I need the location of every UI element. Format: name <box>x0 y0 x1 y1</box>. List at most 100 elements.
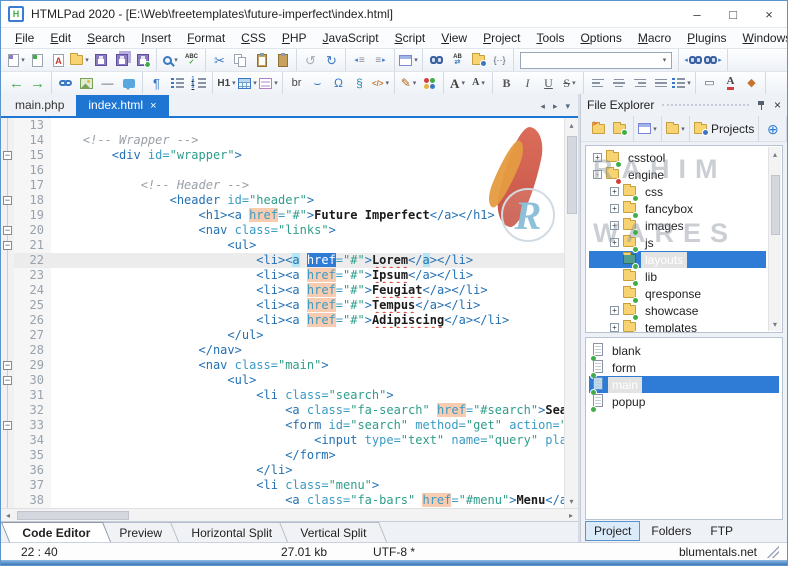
fold-gutter[interactable] <box>1 433 14 448</box>
projects-button[interactable]: Projects <box>693 119 755 139</box>
pin-icon[interactable] <box>757 101 766 110</box>
code-text[interactable]: <li class="search"> <box>51 388 578 403</box>
browser-sync-button[interactable]: ⊕ <box>762 119 783 139</box>
bullet-list-button[interactable] <box>167 73 188 93</box>
chevron-down-icon[interactable]: ▾ <box>658 56 671 64</box>
regex-builder-button[interactable]: {··} <box>489 50 510 70</box>
fold-gutter[interactable] <box>1 133 14 148</box>
align-right-button[interactable] <box>629 73 650 93</box>
fold-gutter[interactable] <box>1 208 14 223</box>
fold-gutter[interactable]: − <box>1 358 14 373</box>
menu-insert[interactable]: Insert <box>133 29 179 47</box>
menu-edit[interactable]: Edit <box>42 29 79 47</box>
view-style-button[interactable] <box>637 119 658 139</box>
code-text[interactable]: <input type="text" name="query" placehol… <box>51 433 578 448</box>
fold-gutter[interactable]: − <box>1 373 14 388</box>
explorer-tab-project[interactable]: Project <box>585 521 640 541</box>
file-item-popup[interactable]: popup <box>589 393 779 410</box>
spell-check-button[interactable]: ABC✓ <box>181 50 202 70</box>
line-break-button[interactable]: br <box>286 73 307 93</box>
find-in-files-button[interactable] <box>468 50 489 70</box>
fold-gutter[interactable] <box>1 253 14 268</box>
tree-item-csstool[interactable]: +csstool <box>589 149 766 166</box>
fold-gutter[interactable]: − <box>1 223 14 238</box>
copy-button[interactable] <box>230 50 251 70</box>
inline-frame-button[interactable]: ▭ <box>699 73 720 93</box>
expand-icon[interactable]: + <box>610 221 619 230</box>
tab-main.php[interactable]: main.php <box>3 95 76 116</box>
fold-collapse-icon[interactable]: − <box>3 361 12 370</box>
tree-item-js[interactable]: +js <box>589 234 766 251</box>
scroll-tabs-right-icon[interactable]: ▸ <box>553 101 558 112</box>
expand-icon[interactable]: + <box>610 187 619 196</box>
code-text[interactable]: <nav class="links"> <box>51 223 578 238</box>
menu-plugins[interactable]: Plugins <box>679 29 734 47</box>
code-text[interactable]: <ul> <box>51 238 578 253</box>
cut-button[interactable]: ✂ <box>209 50 230 70</box>
code-text[interactable]: <div id="wrapper"> <box>51 148 578 163</box>
code-text[interactable]: <li><a href="#">Ipsum</a></li> <box>51 268 578 283</box>
scroll-tabs-left-icon[interactable]: ◂ <box>540 101 545 112</box>
menu-file[interactable]: File <box>7 29 42 47</box>
view-tab-horizontal-split[interactable]: Horizontal Split <box>170 522 293 542</box>
fold-gutter[interactable] <box>1 178 14 193</box>
numbered-list-button[interactable]: 123 <box>188 73 209 93</box>
fold-gutter[interactable]: − <box>1 193 14 208</box>
special-character-button[interactable]: Ω <box>328 73 349 93</box>
file-item-blank[interactable]: blank <box>589 342 779 359</box>
save-all-button[interactable] <box>111 50 132 70</box>
hyperlink-button[interactable] <box>55 73 76 93</box>
replace-button[interactable]: AB⇄ <box>447 50 468 70</box>
panel-grip[interactable] <box>662 104 749 106</box>
editor-horizontal-scrollbar[interactable]: ◂ ▸ <box>1 508 578 521</box>
tree-item-css[interactable]: +css <box>589 183 766 200</box>
explorer-tab-folders[interactable]: Folders <box>643 522 699 540</box>
find-previous-button[interactable]: ◂ <box>682 50 703 70</box>
menu-tools[interactable]: Tools <box>528 29 572 47</box>
code-text[interactable]: <ul> <box>51 373 578 388</box>
fold-gutter[interactable] <box>1 298 14 313</box>
font-size-button[interactable]: A <box>468 73 489 93</box>
code-text[interactable]: <li class="menu"> <box>51 478 578 493</box>
code-text[interactable]: <header id="header"> <box>51 193 578 208</box>
fold-gutter[interactable] <box>1 328 14 343</box>
tree-item-engine[interactable]: -engine <box>589 166 766 183</box>
close-button[interactable]: × <box>751 1 787 27</box>
script-button[interactable]: § <box>349 73 370 93</box>
fold-collapse-icon[interactable]: − <box>3 376 12 385</box>
code-text[interactable]: </form> <box>51 448 578 463</box>
fold-gutter[interactable] <box>1 478 14 493</box>
toggle-panels-button[interactable] <box>398 50 419 70</box>
code-text[interactable]: <nav class="main"> <box>51 358 578 373</box>
open-folder-button[interactable] <box>609 119 630 139</box>
fold-gutter[interactable] <box>1 448 14 463</box>
file-item-form[interactable]: form <box>589 359 779 376</box>
menu-search[interactable]: Search <box>79 29 133 47</box>
code-text[interactable]: <a class="fa-bars" href="#menu">Menu</a> <box>51 493 578 508</box>
menu-script[interactable]: Script <box>387 29 434 47</box>
italic-button[interactable]: I <box>517 73 538 93</box>
font-button[interactable]: A <box>447 73 468 93</box>
collapse-icon[interactable]: - <box>593 170 602 179</box>
fold-gutter[interactable] <box>1 403 14 418</box>
navigate-back-button[interactable]: ← <box>6 73 27 93</box>
code-text[interactable]: <h1><a href="#">Future Imperfect</a></h1… <box>51 208 578 223</box>
code-text[interactable]: <!-- Wrapper --> <box>51 133 578 148</box>
expand-icon[interactable]: + <box>610 323 619 332</box>
menu-windows[interactable]: Windows <box>735 29 788 47</box>
menu-view[interactable]: View <box>433 29 475 47</box>
horizontal-rule-button[interactable]: — <box>97 73 118 93</box>
tag-button[interactable]: </> <box>370 73 391 93</box>
expand-icon[interactable]: + <box>610 204 619 213</box>
new-text-document-button[interactable]: A <box>48 50 69 70</box>
scroll-down-icon[interactable]: ▾ <box>565 494 578 508</box>
heading-button[interactable]: H1 <box>216 73 237 93</box>
fold-gutter[interactable] <box>1 283 14 298</box>
scroll-right-icon[interactable]: ▸ <box>564 511 578 520</box>
fold-gutter[interactable] <box>1 118 14 133</box>
image-button[interactable] <box>76 73 97 93</box>
scroll-down-icon[interactable]: ▾ <box>769 317 781 331</box>
find-button[interactable] <box>426 50 447 70</box>
menu-format[interactable]: Format <box>179 29 233 47</box>
comment-button[interactable] <box>118 73 139 93</box>
